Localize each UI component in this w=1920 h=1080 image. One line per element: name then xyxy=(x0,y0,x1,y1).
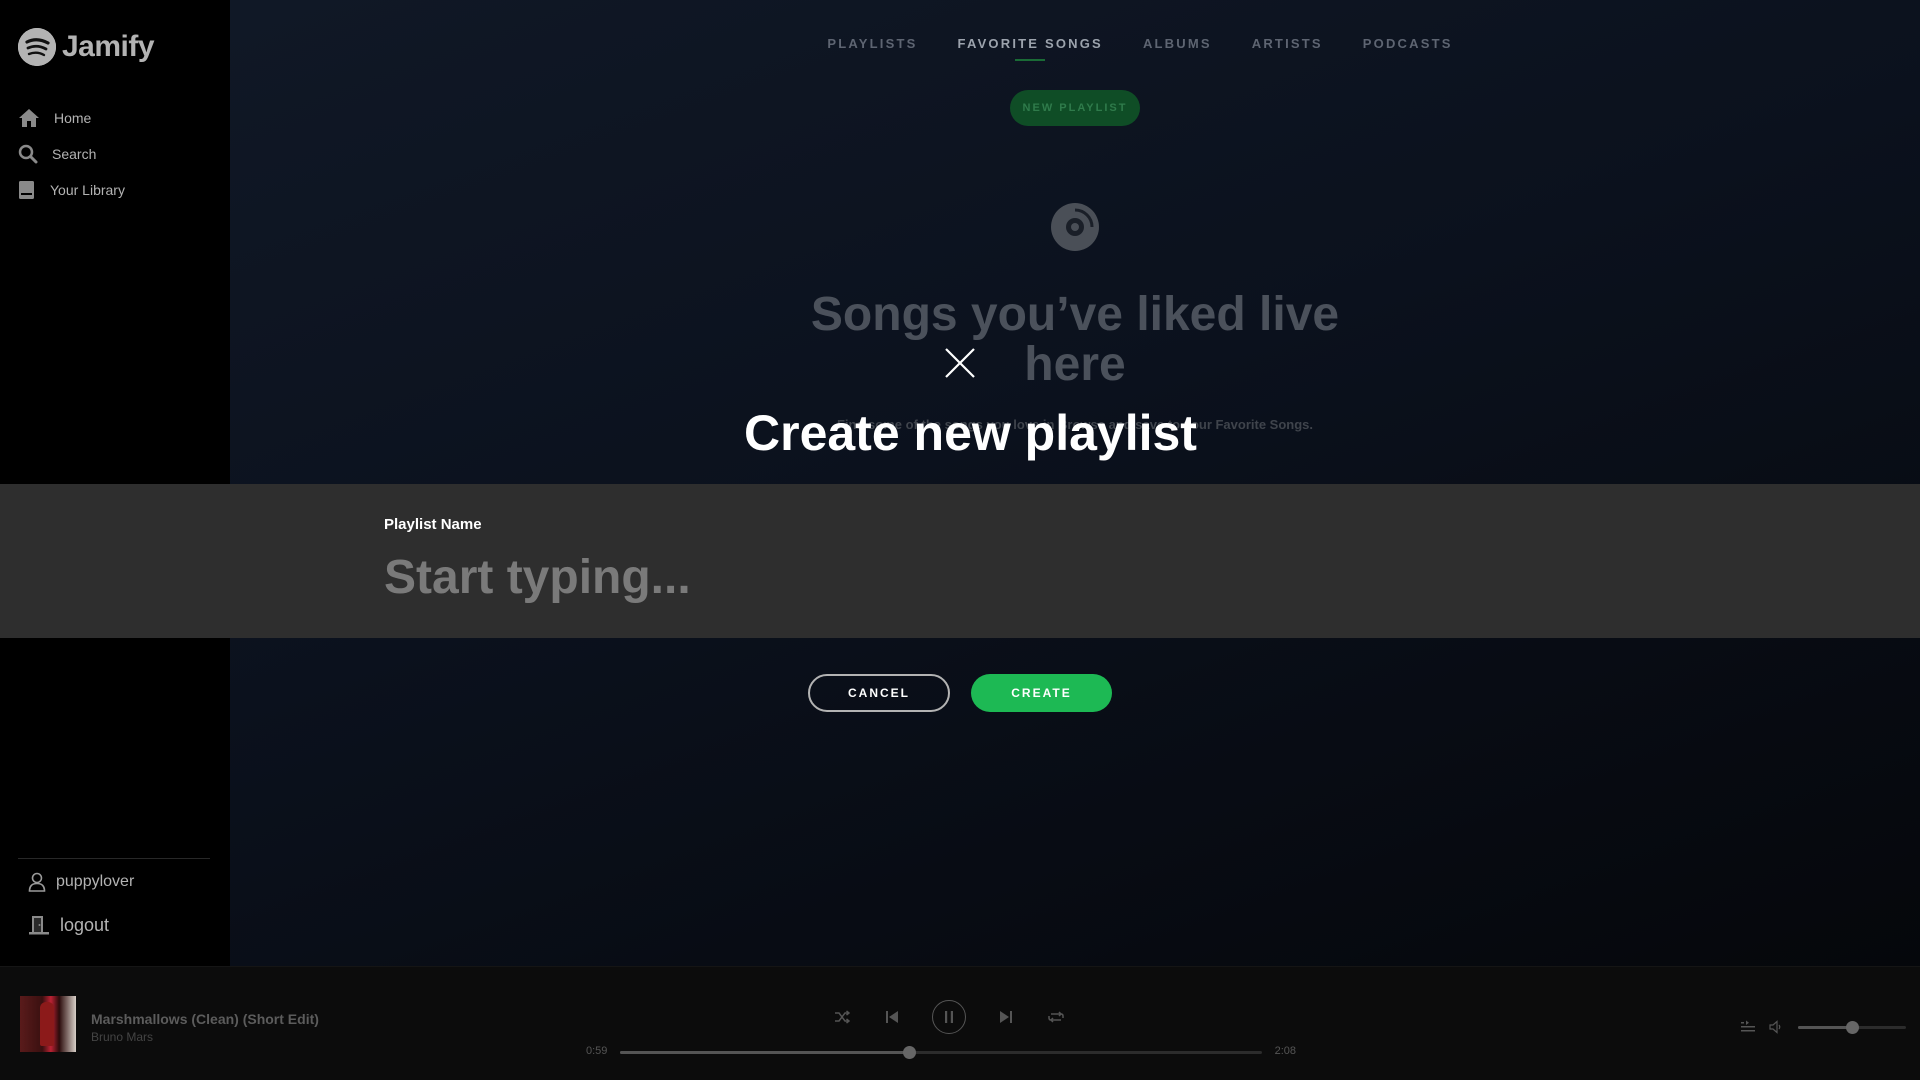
modal-title: Create new playlist xyxy=(744,404,1197,462)
empty-state-title: Songs you’ve liked live here xyxy=(810,288,1340,391)
sidebar-item-library[interactable]: Your Library xyxy=(18,172,125,208)
sidebar-item-label: Your Library xyxy=(50,182,125,198)
logout-button[interactable]: logout xyxy=(28,910,109,940)
progress-bar[interactable] xyxy=(620,1046,1262,1059)
current-time: 0:59 xyxy=(586,1045,608,1057)
volume-controls xyxy=(1738,1017,1906,1037)
sidebar-item-search[interactable]: Search xyxy=(18,136,125,172)
tab-favorite-songs[interactable]: FAVORITE SONGS xyxy=(958,36,1103,61)
previous-button[interactable] xyxy=(882,1007,902,1027)
main-content: PLAYLISTS FAVORITE SONGS ALBUMS ARTISTS … xyxy=(230,0,1920,966)
sidebar-nav: Home Search Your Library xyxy=(18,100,125,208)
playlist-name-panel: Playlist Name xyxy=(0,484,1920,638)
previous-icon xyxy=(886,1011,898,1023)
sidebar-divider xyxy=(18,858,210,859)
volume-icon xyxy=(1769,1020,1781,1034)
next-icon xyxy=(1000,1011,1012,1023)
progress-row: 0:59 2:08 xyxy=(586,1044,1296,1060)
library-icon xyxy=(19,181,34,199)
sidebar: Jamify Home Search Your Library puppylov… xyxy=(0,0,230,966)
cancel-button[interactable]: CANCEL xyxy=(808,674,950,712)
tab-artists[interactable]: ARTISTS xyxy=(1252,36,1323,51)
pause-icon xyxy=(945,1011,953,1023)
search-icon xyxy=(18,144,38,164)
pause-button[interactable] xyxy=(932,1000,966,1034)
logout-label: logout xyxy=(60,914,110,935)
app-logo[interactable]: Jamify xyxy=(18,28,155,66)
playlist-name-input[interactable] xyxy=(384,542,1534,612)
home-icon xyxy=(19,109,39,127)
volume-fill xyxy=(1798,1025,1852,1029)
progress-fill xyxy=(620,1051,909,1054)
tab-playlists[interactable]: PLAYLISTS xyxy=(827,36,917,51)
new-playlist-button[interactable]: NEW PLAYLIST xyxy=(1010,90,1140,126)
shuffle-icon xyxy=(835,1010,850,1024)
user-profile[interactable]: puppylover xyxy=(28,868,134,896)
library-tabs: PLAYLISTS FAVORITE SONGS ALBUMS ARTISTS … xyxy=(230,36,1920,61)
logout-icon xyxy=(29,916,49,935)
sidebar-item-label: Search xyxy=(52,146,97,162)
playback-controls xyxy=(832,1000,1066,1034)
player-bar: Marshmallows (Clean) (Short Edit) Bruno … xyxy=(0,966,1920,1080)
username: puppylover xyxy=(56,873,135,890)
create-button[interactable]: CREATE xyxy=(971,674,1112,712)
repeat-button[interactable] xyxy=(1046,1007,1066,1027)
shuffle-button[interactable] xyxy=(832,1007,852,1027)
total-time: 2:08 xyxy=(1274,1045,1296,1057)
app-name: Jamify xyxy=(62,30,155,63)
repeat-icon xyxy=(1048,1011,1064,1023)
sidebar-item-label: Home xyxy=(54,110,92,126)
progress-handle[interactable] xyxy=(902,1046,916,1059)
next-button[interactable] xyxy=(996,1007,1016,1027)
tab-albums[interactable]: ALBUMS xyxy=(1143,36,1212,51)
playlist-name-label: Playlist Name xyxy=(384,516,482,533)
album-art[interactable] xyxy=(20,996,76,1052)
album-art-figure xyxy=(40,1002,54,1046)
queue-icon xyxy=(1741,1020,1755,1032)
modal-title-text: Create new playlist xyxy=(744,405,1197,461)
close-icon[interactable] xyxy=(944,347,976,379)
track-title[interactable]: Marshmallows (Clean) (Short Edit) xyxy=(91,1011,319,1027)
track-artist[interactable]: Bruno Mars xyxy=(91,1030,153,1044)
volume-button[interactable] xyxy=(1766,1017,1786,1037)
user-icon xyxy=(28,872,46,892)
sidebar-item-home[interactable]: Home xyxy=(18,100,125,136)
queue-button[interactable] xyxy=(1738,1017,1758,1037)
volume-handle[interactable] xyxy=(1846,1020,1859,1034)
disc-icon xyxy=(1051,203,1099,251)
tab-podcasts[interactable]: PODCASTS xyxy=(1363,36,1453,51)
logo-icon xyxy=(18,28,56,66)
volume-slider[interactable] xyxy=(1798,1020,1906,1034)
